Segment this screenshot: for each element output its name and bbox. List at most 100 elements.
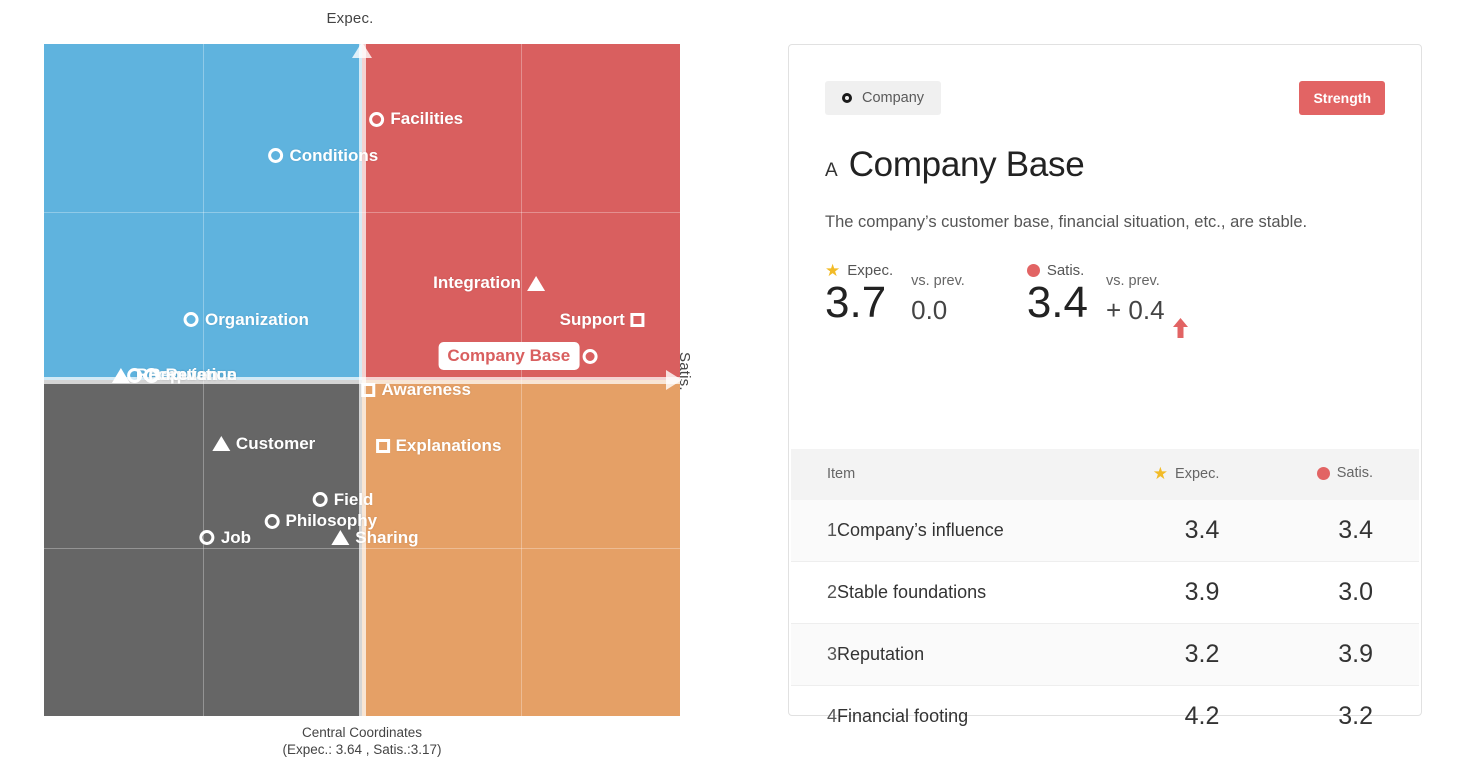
square-marker-icon: [630, 312, 645, 327]
row-expec-value: 3.2: [1094, 623, 1262, 686]
expec-metric-label: Expec.: [847, 261, 894, 279]
satis-metric-head: Satis.: [1026, 261, 1088, 279]
col-header-item: Item: [791, 449, 1095, 500]
triangle-marker-icon: [526, 275, 545, 291]
item-table: Item ★ Expec. Satis. 1 Company’s influen…: [789, 449, 1421, 730]
circle-marker-icon: [144, 367, 160, 383]
data-point[interactable]: Sharing: [331, 528, 424, 548]
circle-marker-icon: [127, 367, 143, 383]
filled-circle-icon: [1026, 263, 1040, 277]
row-expec-value: 3.9: [1094, 561, 1262, 624]
right-arrow-icon: [666, 370, 682, 390]
table-row[interactable]: 1 Company’s influence 3.4 3.4: [791, 499, 1419, 562]
expec-metric-head: ★ Expec.: [825, 262, 893, 279]
table-head: Item ★ Expec. Satis.: [791, 449, 1419, 500]
square-marker-icon: [375, 438, 390, 453]
circle-marker-icon: [268, 148, 284, 164]
table-row[interactable]: 4 Financial footing 4.2 3.2: [791, 685, 1419, 747]
strength-badge[interactable]: Strength: [1299, 81, 1385, 115]
row-expec-value: 3.4: [1094, 499, 1262, 562]
star-icon: ★: [1152, 464, 1169, 484]
row-number: 3: [791, 623, 838, 686]
items-table: Item ★ Expec. Satis. 1 Company’s influen…: [791, 449, 1419, 747]
col-header-expec-label: Expec.: [1175, 465, 1220, 482]
plot-area[interactable]: Facilities Conditions Integration Organizat…: [44, 42, 682, 716]
card-header: Company Strength A Company Base The comp…: [789, 45, 1421, 338]
data-point-label: Conditions: [289, 145, 379, 165]
data-point[interactable]: Revenue: [144, 365, 243, 385]
circle-marker-icon: [183, 312, 199, 328]
data-point-label: Field: [333, 489, 374, 509]
data-point[interactable]: Support: [554, 310, 645, 330]
col-header-satis-label: Satis.: [1336, 465, 1373, 481]
table-row[interactable]: 2 Stable foundations 3.9 3.0: [791, 561, 1419, 624]
circle-marker-icon: [312, 492, 328, 508]
data-point[interactable]: Integration: [427, 273, 545, 293]
row-satis-value: 3.9: [1261, 623, 1419, 686]
data-point-label: Revenue: [165, 365, 237, 385]
circle-marker-icon: [369, 111, 385, 127]
satis-metric-label: Satis.: [1046, 261, 1085, 279]
row-satis-value: 3.4: [1261, 499, 1419, 562]
data-point[interactable]: Organization: [183, 309, 315, 330]
col-header-expec: ★ Expec.: [1094, 449, 1262, 500]
title-row: A Company Base: [825, 145, 1385, 185]
type-badge[interactable]: Company: [825, 81, 942, 115]
expec-delta-value-wrap: 0.0: [911, 295, 965, 326]
triangle-marker-icon: [331, 530, 350, 546]
data-point-label: Customer: [235, 433, 316, 453]
caption-line-1: Central Coordinates: [301, 725, 423, 740]
row-satis-value: 3.0: [1261, 561, 1419, 624]
data-point-label: Awareness: [381, 380, 471, 400]
data-point-label: Sharing: [355, 527, 419, 547]
data-point-label: Integration: [433, 273, 521, 293]
screen: Expec. Satis. Facilities Conditions Integr…: [0, 0, 1476, 766]
star-icon: ★: [825, 260, 841, 280]
expec-metric: ★ Expec. 3.7: [825, 262, 893, 326]
row-item-name: Stable foundations: [837, 561, 1095, 624]
description-text: The company’s customer base, financial s…: [825, 213, 1308, 231]
col-header-satis: Satis.: [1261, 449, 1419, 500]
metrics-row: ★ Expec. 3.7 vs. prev. 0.0 Satis. 3.4 vs…: [825, 261, 1385, 338]
data-point[interactable]: Field: [312, 489, 380, 510]
satis-delta-label: vs. prev.: [1106, 272, 1160, 289]
satis-delta-value-wrap: + 0.4: [1106, 295, 1188, 338]
data-point[interactable]: Customer: [211, 433, 321, 454]
data-point-label: Organization: [204, 309, 309, 329]
data-point[interactable]: Awareness: [361, 380, 477, 400]
expec-delta: vs. prev. 0.0: [911, 273, 965, 326]
row-number: 2: [791, 561, 838, 624]
type-badge-label: Company: [862, 90, 925, 106]
circle-marker-icon: [199, 530, 215, 546]
data-point[interactable]: Explanations: [375, 436, 508, 456]
y-axis-label: Expec.: [326, 10, 374, 27]
expec-delta-value: 0.0: [911, 294, 948, 325]
satis-delta: vs. prev. + 0.4: [1106, 272, 1188, 338]
row-number: 4: [827, 705, 838, 726]
row-number: 1: [791, 499, 838, 562]
data-point[interactable]: Company Base: [438, 342, 598, 371]
up-arrow-icon: [352, 42, 372, 58]
table-body: 1 Company’s influence 3.4 3.4 2 Stable founda…: [791, 499, 1419, 747]
data-point[interactable]: Job: [199, 528, 257, 548]
data-point-label: Company Base: [438, 342, 580, 371]
data-point[interactable]: Conditions: [268, 146, 384, 166]
circle-marker-icon: [582, 348, 598, 364]
table-header-row: Item ★ Expec. Satis.: [791, 449, 1419, 500]
row-item-name: Financial footing: [837, 705, 969, 726]
row-item-name: Reputation: [837, 623, 1095, 686]
caption-line-2: (Expec.: 3.64 , Satis.:3.17): [282, 742, 442, 758]
expec-metric-value: 3.7: [825, 277, 887, 327]
badge-row: Company Strength: [825, 81, 1385, 115]
expec-metric-group: ★ Expec. 3.7 vs. prev. 0.0: [825, 262, 1027, 326]
table-row[interactable]: 3 Reputation 3.2 3.9: [791, 623, 1419, 686]
data-point[interactable]: Facilities: [369, 109, 469, 129]
satis-metric: Satis. 3.4: [1026, 261, 1088, 327]
quadrant-matrix-panel: Expec. Satis. Facilities Conditions Integr…: [0, 0, 740, 766]
rank-label: A: [825, 160, 838, 181]
circle-marker-icon: [264, 513, 280, 529]
circle-outline-icon: [842, 93, 852, 103]
detail-card: Company Strength A Company Base The comp…: [788, 44, 1422, 730]
satis-metric-value: 3.4: [1026, 277, 1088, 327]
chart-caption: Central Coordinates (Expec.: 3.64 , Sati…: [44, 724, 680, 759]
